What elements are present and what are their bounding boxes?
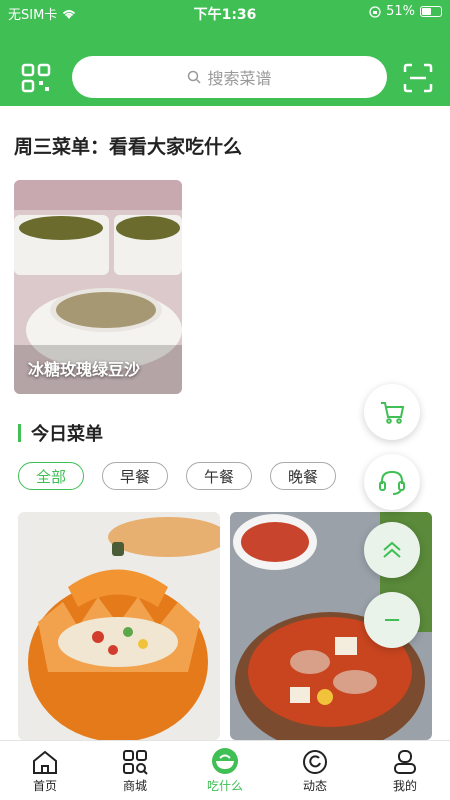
battery-percent: 51%: [386, 4, 415, 19]
home-icon: [33, 750, 57, 774]
scroll-top-button[interactable]: [364, 522, 420, 578]
search-input[interactable]: 搜索菜谱: [72, 56, 387, 98]
rotation-lock-icon: [369, 5, 381, 18]
tab-profile[interactable]: 我的: [360, 741, 450, 800]
chip-breakfast[interactable]: 早餐: [102, 462, 168, 490]
tab-activity[interactable]: 动态: [270, 741, 360, 800]
chip-all[interactable]: 全部: [18, 462, 84, 490]
scan-icon[interactable]: [402, 62, 434, 94]
tab-mall-label: 商城: [122, 779, 147, 793]
feature-caption: 冰糖玫瑰绿豆沙: [28, 360, 141, 379]
headset-icon: [379, 470, 405, 495]
recipe-photo: [18, 512, 220, 740]
chip-dinner[interactable]: 晚餐: [270, 462, 336, 490]
today-menu-header: 今日菜单: [18, 420, 103, 446]
bowl-icon: [212, 748, 238, 774]
battery-icon: [420, 6, 442, 17]
tab-home[interactable]: 首页: [0, 741, 90, 800]
refresh-circle-icon: [303, 750, 327, 774]
status-bar: 无SIM卡 下午1:36 51%: [0, 0, 450, 26]
tab-home-label: 首页: [32, 779, 57, 793]
search-icon: [188, 70, 202, 84]
tab-what-to-eat[interactable]: 吃什么: [180, 741, 270, 800]
tab-mall[interactable]: 商城: [90, 741, 180, 800]
customer-service-button[interactable]: [364, 454, 420, 510]
header: 无SIM卡 下午1:36 51% 搜索菜谱: [0, 0, 450, 106]
tab-what-to-eat-label: 吃什么: [206, 779, 243, 793]
feature-recipe-card[interactable]: 冰糖玫瑰绿豆沙: [14, 180, 182, 394]
collapse-button[interactable]: [364, 592, 420, 648]
cart-button[interactable]: [364, 384, 420, 440]
chip-lunch[interactable]: 午餐: [186, 462, 252, 490]
grid-icon: [123, 750, 148, 775]
meal-filter-chips: 全部 早餐 午餐 晚餐: [18, 462, 336, 490]
cart-icon: [381, 402, 405, 424]
recipe-card[interactable]: [18, 512, 220, 740]
qr-code-icon[interactable]: [20, 62, 52, 94]
search-placeholder: 搜索菜谱: [207, 69, 272, 88]
accent-bar: [18, 424, 21, 442]
tab-profile-label: 我的: [392, 779, 417, 793]
tab-activity-label: 动态: [302, 779, 327, 793]
today-menu-title: 今日菜单: [31, 424, 103, 445]
user-icon: [394, 750, 416, 774]
bottom-tab-bar: 首页 商城 吃什么 动态 我的: [0, 740, 450, 800]
double-chevron-up-icon: [383, 541, 401, 558]
minus-icon: [385, 619, 399, 621]
menu-section-title: 周三菜单：看看大家吃什么: [14, 136, 243, 158]
